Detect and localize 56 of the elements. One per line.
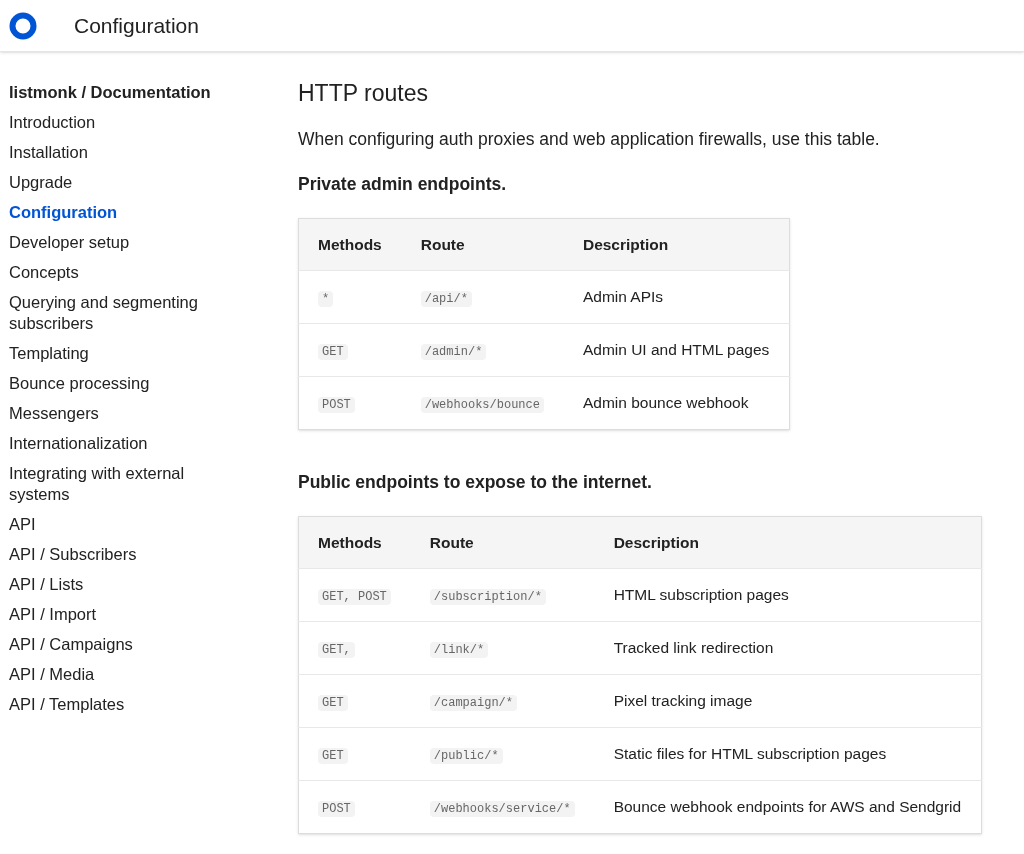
- table-caption: Private admin endpoints.: [298, 173, 508, 196]
- code-snippet: GET: [318, 748, 348, 765]
- code-snippet: *: [318, 291, 334, 308]
- table-caption: Public endpoints to expose to the internet.: [298, 471, 653, 494]
- sidebar-link[interactable]: API / Media: [9, 664, 229, 685]
- sidebar-link[interactable]: Bounce processing: [9, 373, 229, 394]
- code-snippet: GET, POST: [318, 589, 391, 606]
- column-header: Route: [401, 218, 564, 271]
- sidebar-link[interactable]: Messengers: [9, 403, 229, 424]
- sidebar-link[interactable]: Installation: [9, 142, 229, 163]
- sidebar-title: listmonk / Documentation: [9, 82, 212, 103]
- sidebar-link[interactable]: API / Import: [9, 604, 229, 625]
- table-cell: Admin APIs: [582, 288, 664, 306]
- code-snippet: /api/*: [420, 291, 472, 308]
- column-header: Description: [594, 516, 982, 569]
- code-snippet: POST: [318, 801, 355, 818]
- sidebar-link[interactable]: Upgrade: [9, 172, 229, 193]
- section-heading: HTTP routes: [298, 79, 429, 108]
- column-header: Description: [563, 218, 790, 271]
- table-cell: Admin bounce webhook: [582, 394, 749, 412]
- page-title: Configuration: [74, 12, 199, 39]
- sidebar-link[interactable]: API: [9, 514, 229, 535]
- sidebar-link[interactable]: API / Subscribers: [9, 544, 229, 565]
- code-snippet: /admin/*: [420, 344, 487, 361]
- code-snippet: /link/*: [429, 642, 489, 659]
- table-cell: Tracked link redirection: [613, 639, 774, 657]
- sidebar-link[interactable]: Internationalization: [9, 433, 229, 454]
- sidebar-link[interactable]: Integrating with external systems: [9, 463, 229, 505]
- ring-logo-icon: [9, 11, 37, 40]
- sidebar-link[interactable]: API / Campaigns: [9, 634, 229, 655]
- table-cell: Bounce webhook endpoints for AWS and Sendgrid: [613, 798, 962, 816]
- code-snippet: POST: [318, 397, 355, 414]
- sidebar-link[interactable]: API / Templates: [9, 694, 229, 715]
- column-header: Methods: [298, 218, 402, 271]
- code-snippet: /webhooks/service/*: [429, 801, 575, 818]
- code-snippet: GET,: [318, 642, 355, 659]
- code-snippet: /webhooks/bounce: [420, 397, 544, 414]
- sidebar-link[interactable]: Querying and segmenting subscribers: [9, 292, 229, 334]
- sidebar-link[interactable]: Concepts: [9, 262, 229, 283]
- code-snippet: GET: [318, 695, 348, 712]
- sidebar-link[interactable]: Developer setup: [9, 232, 229, 253]
- column-header: Route: [410, 516, 595, 569]
- table-cell: HTML subscription pages: [613, 586, 789, 604]
- column-header: Methods: [298, 516, 411, 569]
- table-cell: Static files for HTML subscription pages: [613, 745, 887, 763]
- code-snippet: /subscription/*: [429, 589, 546, 606]
- sidebar-link[interactable]: Introduction: [9, 112, 229, 133]
- sidebar-link[interactable]: Configuration: [9, 202, 229, 223]
- table-cell: Admin UI and HTML pages: [582, 341, 770, 359]
- table-cell: Pixel tracking image: [613, 692, 753, 710]
- sidebar-link[interactable]: API / Lists: [9, 574, 229, 595]
- intro-paragraph: When configuring auth proxies and web application firewalls, use this table.: [298, 128, 881, 151]
- code-snippet: /campaign/*: [429, 695, 518, 712]
- sidebar-link[interactable]: Templating: [9, 343, 229, 364]
- code-snippet: /public/*: [429, 748, 503, 765]
- code-snippet: GET: [318, 344, 348, 361]
